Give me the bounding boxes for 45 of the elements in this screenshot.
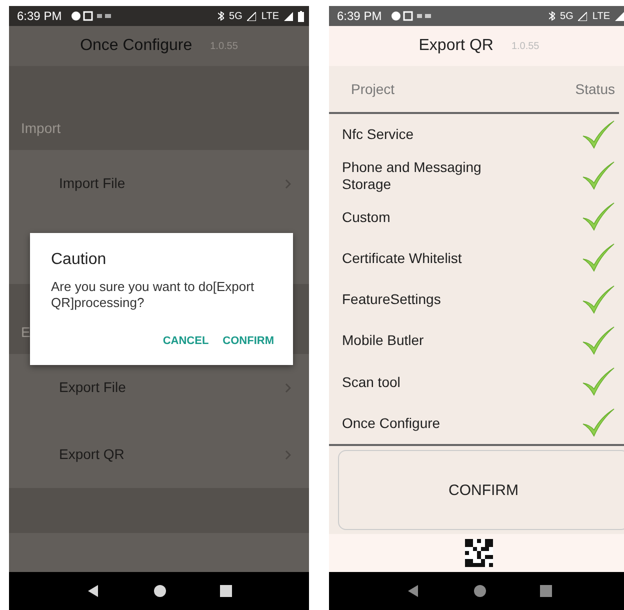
status-time: 6:39 PM [337,9,382,23]
project-name: Scan tool [342,374,402,391]
project-name: Nfc Service [342,126,415,144]
signal-icon [284,12,293,20]
network-label: LTE [592,10,610,22]
battery-icon [298,10,304,22]
home-icon[interactable] [474,585,486,597]
home-icon[interactable] [154,585,166,597]
dialog-button[interactable]: CONFIRM [222,335,274,347]
back-icon[interactable] [86,584,100,598]
project-name: Certificate Whitelist [342,250,463,267]
bluetooth-icon [218,11,224,21]
network-label: LTE [261,10,279,22]
notification-icons [70,11,111,21]
network-label: 5G [560,10,574,22]
network-label: 5G [229,10,242,22]
dialog-message: Are you sure you want to do[Export QR]processing? [51,279,256,311]
bluetooth-icon [549,11,556,21]
project-name: FeatureSettings [342,291,442,308]
chevron-right-icon [285,382,291,392]
chevron-right-icon [285,450,291,460]
qr-code-icon [465,539,493,567]
project-name: Mobile Butler [342,332,425,350]
signal-icon [578,12,588,20]
notification-icons [390,11,431,21]
section-title: E [21,324,30,340]
confirm-button[interactable]: CONFIRM [338,450,624,530]
project-name: Custom [342,208,392,226]
header-title: Export QR [418,37,494,55]
signal-icon [247,12,256,20]
menu-item[interactable]: Export QR [9,421,309,488]
version-label: 1.0.55 [511,40,540,52]
project-name: Phone and Messaging Storage [342,158,482,193]
header-title: Once Configure [80,37,192,55]
dialog-title: Caution [51,251,108,269]
project-name: Once Configure [342,414,442,432]
menu-item[interactable]: Import File [9,150,309,217]
back-icon[interactable] [406,584,420,598]
dialog-button[interactable]: CANCEL [162,335,209,347]
column-header: Status [575,81,615,97]
section-title: Import [21,120,61,136]
chevron-right-icon [285,178,291,188]
column-header: Project [351,81,395,97]
status-time: 6:39 PM [17,9,62,23]
signal-icon [615,12,624,20]
